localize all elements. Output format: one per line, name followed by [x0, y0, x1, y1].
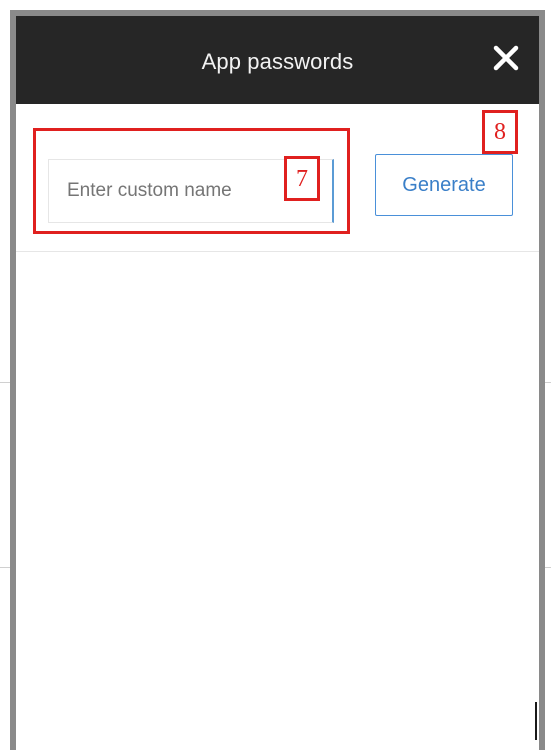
dialog-titlebar: App passwords: [16, 16, 539, 104]
annotation-label-7: 7: [284, 156, 320, 201]
generate-button[interactable]: Generate: [375, 154, 513, 216]
close-button[interactable]: [491, 43, 521, 73]
app-password-form: Generate 7 8: [16, 104, 539, 252]
dialog-title: App passwords: [201, 49, 354, 74]
background-line: [0, 567, 10, 568]
app-passwords-dialog: App passwords Generate 7 8: [10, 10, 545, 750]
background-line: [0, 382, 10, 383]
text-cursor: [535, 702, 537, 740]
annotation-label-8: 8: [482, 110, 518, 154]
close-icon: [493, 45, 519, 71]
